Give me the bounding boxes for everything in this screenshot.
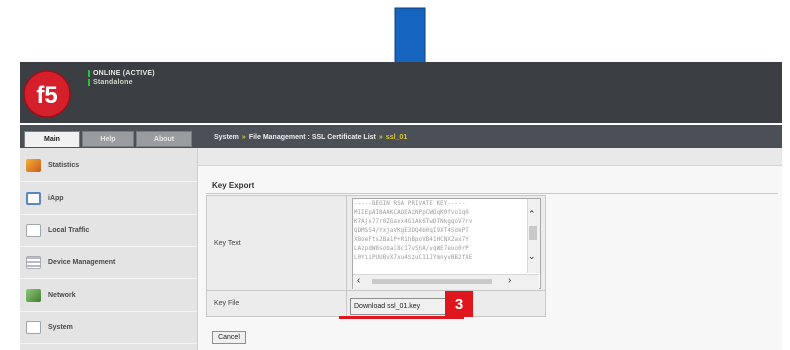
vertical-scroll-thumb[interactable] [529, 226, 537, 240]
system-icon [26, 321, 41, 334]
network-icon [26, 289, 41, 302]
key-text-line: QDMSS4/YxjaVKgE3DQ4b0qI9XT45dkPT [354, 228, 469, 234]
sidebar-item-label: iApp [48, 195, 64, 202]
breadcrumb-path[interactable]: File Management : SSL Certificate List [249, 134, 376, 141]
sidebar-item-iapp[interactable]: iApp [20, 183, 197, 215]
key-file-label: Key File [214, 300, 240, 307]
horizontal-scroll-thumb[interactable] [372, 279, 492, 284]
iapp-icon [26, 192, 41, 205]
sidebar-item-label: Local Traffic [48, 227, 90, 234]
sidebar-item-label: Device Management [48, 259, 116, 266]
tab-help[interactable]: Help [82, 131, 134, 147]
tab-about[interactable]: About [136, 131, 192, 147]
sidebar-item-network[interactable]: Network [20, 280, 197, 312]
scroll-up-icon[interactable]: ⌃ [528, 209, 536, 220]
sidebar-item-local-traffic[interactable]: Local Traffic [20, 215, 197, 247]
key-text-line: -----BEGIN RSA PRIVATE KEY----- [354, 201, 466, 207]
sidebar-item-label: Network [48, 292, 76, 299]
cancel-button[interactable]: Cancel [212, 331, 246, 344]
key-text-line: X8oeFts2Ba1P+R1hBpoVB41HCNX2ax7Y [354, 237, 469, 243]
local-traffic-icon [26, 224, 41, 237]
divider [206, 193, 778, 194]
key-text-line: MIIEpAIBAAKCAQEAzNPpCWDqK0fvo1q0 [354, 210, 469, 216]
scroll-left-icon[interactable]: ‹ [357, 275, 360, 286]
sidebar-item-statistics[interactable]: Statistics [20, 150, 197, 182]
scroll-right-icon[interactable]: › [508, 275, 511, 286]
sidebar-item-label: System [48, 324, 73, 331]
breadcrumb: System» File Management : SSL Certificate… [214, 129, 407, 147]
svg-text:f5: f5 [36, 82, 57, 109]
key-text-line: LAzpdW8sobal8c17vShA/vqWE7eoo0rP [354, 246, 469, 252]
step-number-badge: 3 [445, 291, 473, 317]
sidebar-item-device-management[interactable]: Device Management [20, 247, 197, 279]
section-title: Key Export [212, 181, 255, 190]
highlight-underline [339, 316, 464, 319]
sidebar-item-system[interactable]: System [20, 312, 197, 344]
device-management-icon [26, 256, 41, 269]
breadcrumb-separator: » [378, 134, 383, 141]
breadcrumb-root[interactable]: System [214, 134, 239, 141]
statistics-icon [26, 159, 41, 172]
content-toolbar [198, 148, 782, 166]
status-text: ONLINE (ACTIVE) [88, 70, 155, 77]
key-text-line: L0YiiPUUBvX7xu4SzuC11JYmnyvBB2fXE [354, 255, 473, 261]
divider [346, 196, 347, 316]
breadcrumb-current: ssl_01 [385, 134, 408, 141]
device-status: ONLINE (ACTIVE) Standalone [88, 70, 155, 88]
mode-text: Standalone [88, 79, 155, 86]
key-text-label: Key Text [214, 240, 241, 247]
f5-logo-icon: f5 [23, 70, 71, 118]
key-text-line: K7Ajx77r0ZGaxx4G1Ak6TwDTNkgqoV7rv [354, 219, 473, 225]
scroll-down-icon[interactable]: ⌄ [528, 251, 536, 262]
sidebar-item-label: Statistics [48, 162, 80, 169]
breadcrumb-separator: » [241, 134, 246, 141]
tab-main[interactable]: Main [24, 131, 80, 147]
